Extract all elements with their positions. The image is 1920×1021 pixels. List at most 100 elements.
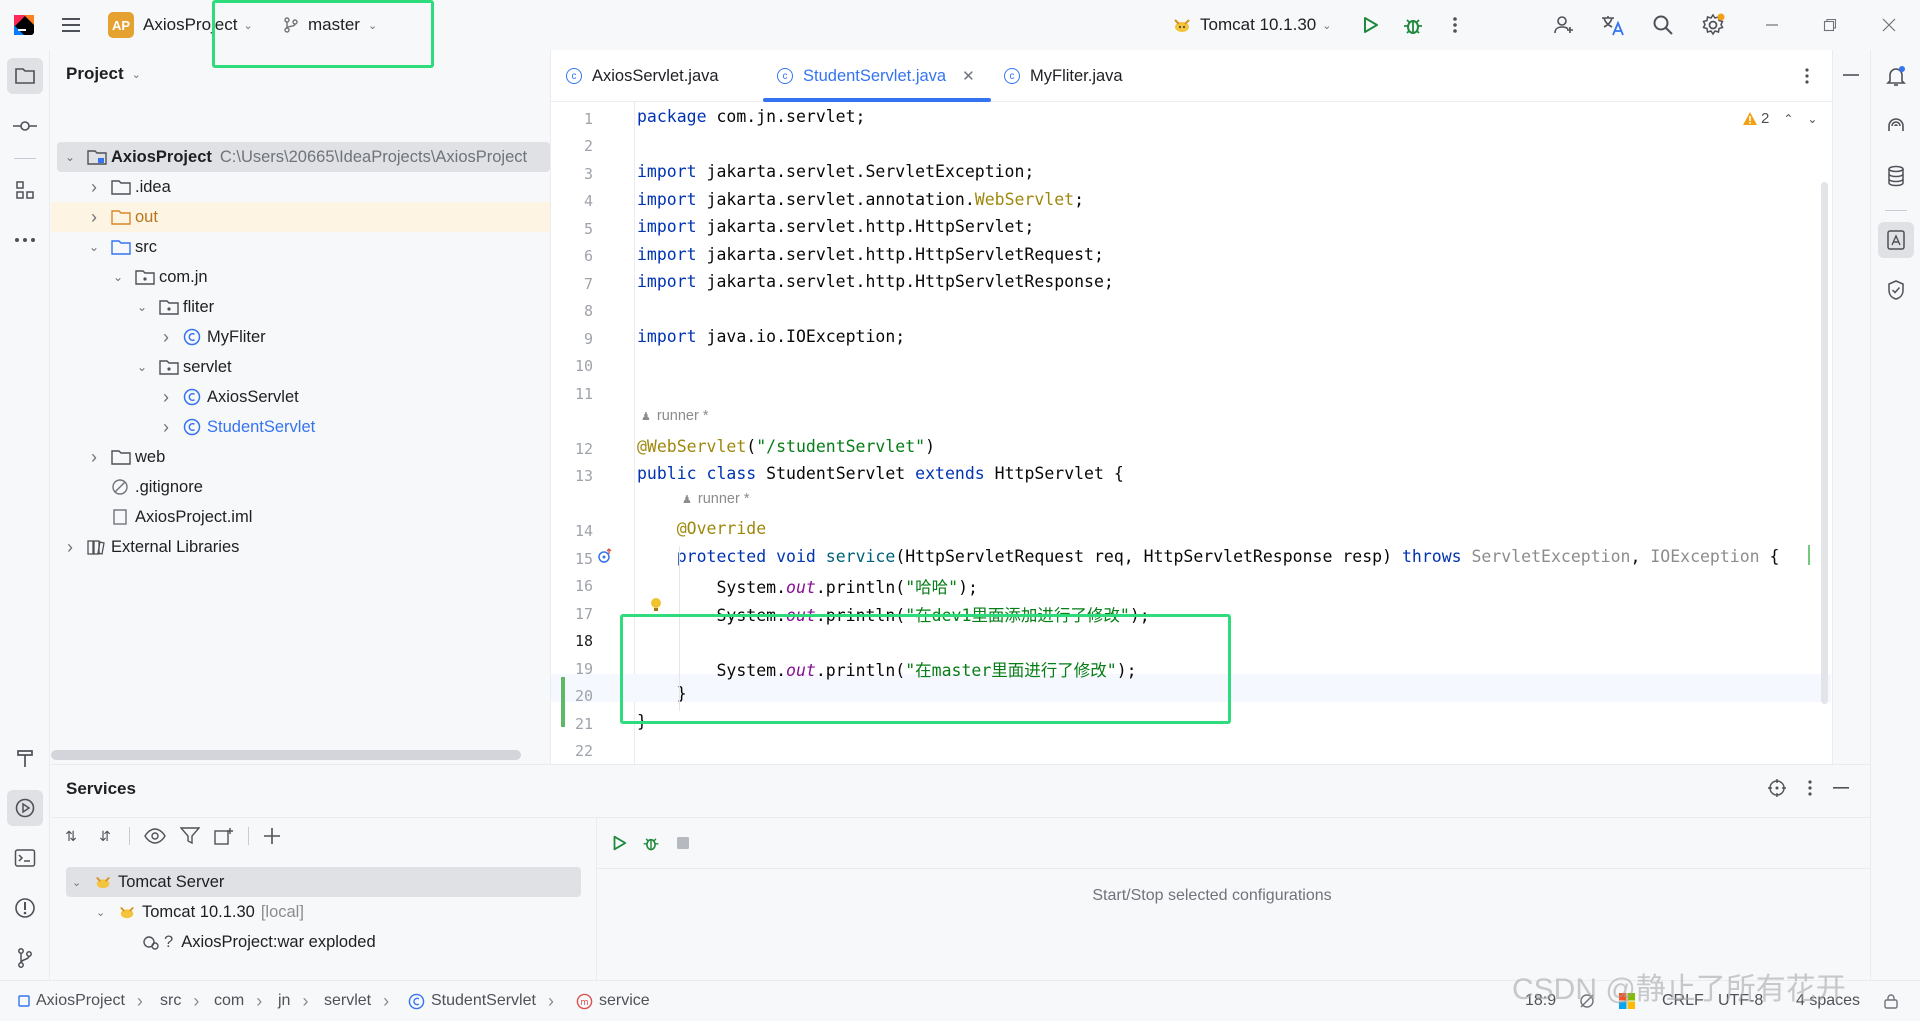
notifications-icon[interactable] [1878,58,1914,94]
breadcrumb-item[interactable]: servlet › [324,981,389,1021]
tree-item-gitignore[interactable]: .gitignore [51,472,550,502]
chevron-right-icon[interactable]: › [87,207,101,227]
breadcrumb-item[interactable]: jn › [278,981,308,1021]
service-row-artifact[interactable]: ? AxiosProject:war exploded [66,927,581,957]
filter-icon[interactable] [180,827,200,845]
lightbulb-icon[interactable] [649,597,663,613]
author-hint[interactable]: ♟ runner * [641,408,708,424]
line-number[interactable]: 12 [551,440,593,458]
project-tool-icon[interactable] [7,58,43,94]
line-number[interactable]: 13 [551,467,593,485]
tab-myfliter[interactable]: c MyFliter.java [1004,50,1123,102]
tree-item-studentservlet[interactable]: › StudentServlet [51,412,550,442]
override-gutter-icon[interactable] [596,547,614,565]
breadcrumb-item[interactable]: src › [160,981,199,1021]
line-number[interactable]: 10 [551,357,593,375]
line-number[interactable]: 6 [551,247,593,265]
restore-icon[interactable] [1812,7,1848,43]
run-config-selector[interactable]: Tomcat 10.1.30 ⌄ [1172,0,1331,50]
chevron-down-icon[interactable]: ⌄ [1807,112,1817,126]
structure-tool-icon[interactable] [7,172,43,208]
service-row-tomcat-server[interactable]: ⌄ Tomcat Server [66,867,581,897]
build-tool-icon[interactable] [7,740,43,776]
git-tool-icon[interactable] [7,940,43,976]
chevron-right-icon[interactable]: › [159,417,173,437]
search-icon[interactable] [1645,7,1681,43]
author-hint[interactable]: ♟ runner * [682,491,749,507]
branch-switcher[interactable]: master ⌄ [282,0,377,50]
hide-panel-icon[interactable] [1823,770,1859,806]
warnings-widget[interactable]: 2 ⌃ ⌄ [1742,110,1817,127]
database-icon[interactable] [1878,158,1914,194]
project-switcher[interactable]: AP AxiosProject ⌄ [108,0,253,50]
services-tool-icon[interactable] [7,790,43,826]
line-number[interactable]: 11 [551,385,593,403]
collapse-all-icon[interactable]: ⇵ [95,828,115,845]
close-tab-icon[interactable]: ✕ [962,67,975,85]
chevron-down-icon[interactable]: ⌄ [96,906,110,919]
chevron-down-icon[interactable]: ⌄ [111,270,125,284]
commit-tool-icon[interactable] [7,108,43,144]
debug-icon[interactable] [633,825,669,861]
line-number[interactable]: 8 [551,302,593,320]
run-icon[interactable] [601,825,637,861]
chevron-right-icon[interactable]: › [159,387,173,407]
line-number[interactable]: 20 [551,687,593,705]
line-number[interactable]: 4 [551,192,593,210]
line-number[interactable]: 1 [551,110,593,128]
line-number[interactable]: 14 [551,522,593,540]
add-service-icon[interactable] [263,827,283,845]
more-actions-icon[interactable] [1437,7,1473,43]
tree-item-axiosproject-iml[interactable]: AxiosProject.iml [51,502,550,532]
more-tools-icon[interactable] [7,222,43,258]
tree-item-web[interactable]: › web [51,442,550,472]
main-menu-icon[interactable] [60,0,82,50]
run-icon[interactable] [1352,7,1388,43]
chevron-right-icon[interactable]: › [87,177,101,197]
terminal-tool-icon[interactable] [7,840,43,876]
security-shield-icon[interactable] [1878,272,1914,308]
tree-item-com-jn[interactable]: ⌄ com.jn [51,262,550,292]
chevron-down-icon[interactable]: ⌄ [87,240,101,254]
stop-icon[interactable] [665,825,701,861]
line-number[interactable]: 3 [551,165,593,183]
tree-item-axiosproject[interactable]: ⌄ AxiosProject C:\Users\20665\IdeaProjects… [57,142,550,172]
line-number[interactable]: 18 [551,632,593,650]
chevron-up-icon[interactable]: ⌃ [1783,112,1793,126]
close-window-icon[interactable] [1871,7,1907,43]
chevron-down-icon[interactable]: ⌄ [135,300,149,314]
chevron-down-icon[interactable]: ⌄ [63,150,77,164]
chevron-right-icon[interactable]: › [63,537,77,557]
line-number[interactable]: 7 [551,275,593,293]
minimize-icon[interactable] [1754,7,1790,43]
translation-panel-icon[interactable] [1878,222,1914,258]
line-number[interactable]: 2 [551,137,593,155]
tree-item-external-libraries[interactable]: › External Libraries [51,532,550,562]
tab-axiosservlet[interactable]: c AxiosServlet.java [566,50,719,102]
chevron-down-icon[interactable]: ⌄ [135,360,149,374]
tree-item-idea[interactable]: › .idea [51,172,550,202]
line-number[interactable]: 15 [551,550,593,568]
translate-icon[interactable] [1595,7,1631,43]
breadcrumb-item[interactable]: m service [576,981,650,1021]
line-number[interactable]: 21 [551,715,593,733]
ai-assistant-icon[interactable] [1878,108,1914,144]
add-user-icon[interactable] [1546,7,1582,43]
line-number[interactable]: 5 [551,220,593,238]
line-number[interactable]: 16 [551,577,593,595]
chevron-right-icon[interactable]: › [159,327,173,347]
chevron-down-icon[interactable]: ⌄ [72,876,86,889]
new-tab-icon[interactable] [214,827,234,845]
app-logo-icon[interactable] [12,0,36,50]
line-number[interactable]: 17 [551,605,593,623]
crosshair-icon[interactable] [1759,770,1795,806]
tree-item-out[interactable]: › out [51,202,550,232]
chevron-right-icon[interactable]: › [87,447,101,467]
tree-item-servlet[interactable]: ⌄ servlet [51,352,550,382]
breadcrumb-item[interactable]: com › [214,981,262,1021]
tab-studentservlet[interactable]: c StudentServlet.java ✕ [777,50,975,102]
tree-item-src[interactable]: ⌄ src [51,232,550,262]
tree-item-fliter[interactable]: ⌄ fliter [51,292,550,322]
settings-icon[interactable] [1695,7,1731,43]
breadcrumb-item[interactable]: AxiosProject › [18,981,143,1021]
